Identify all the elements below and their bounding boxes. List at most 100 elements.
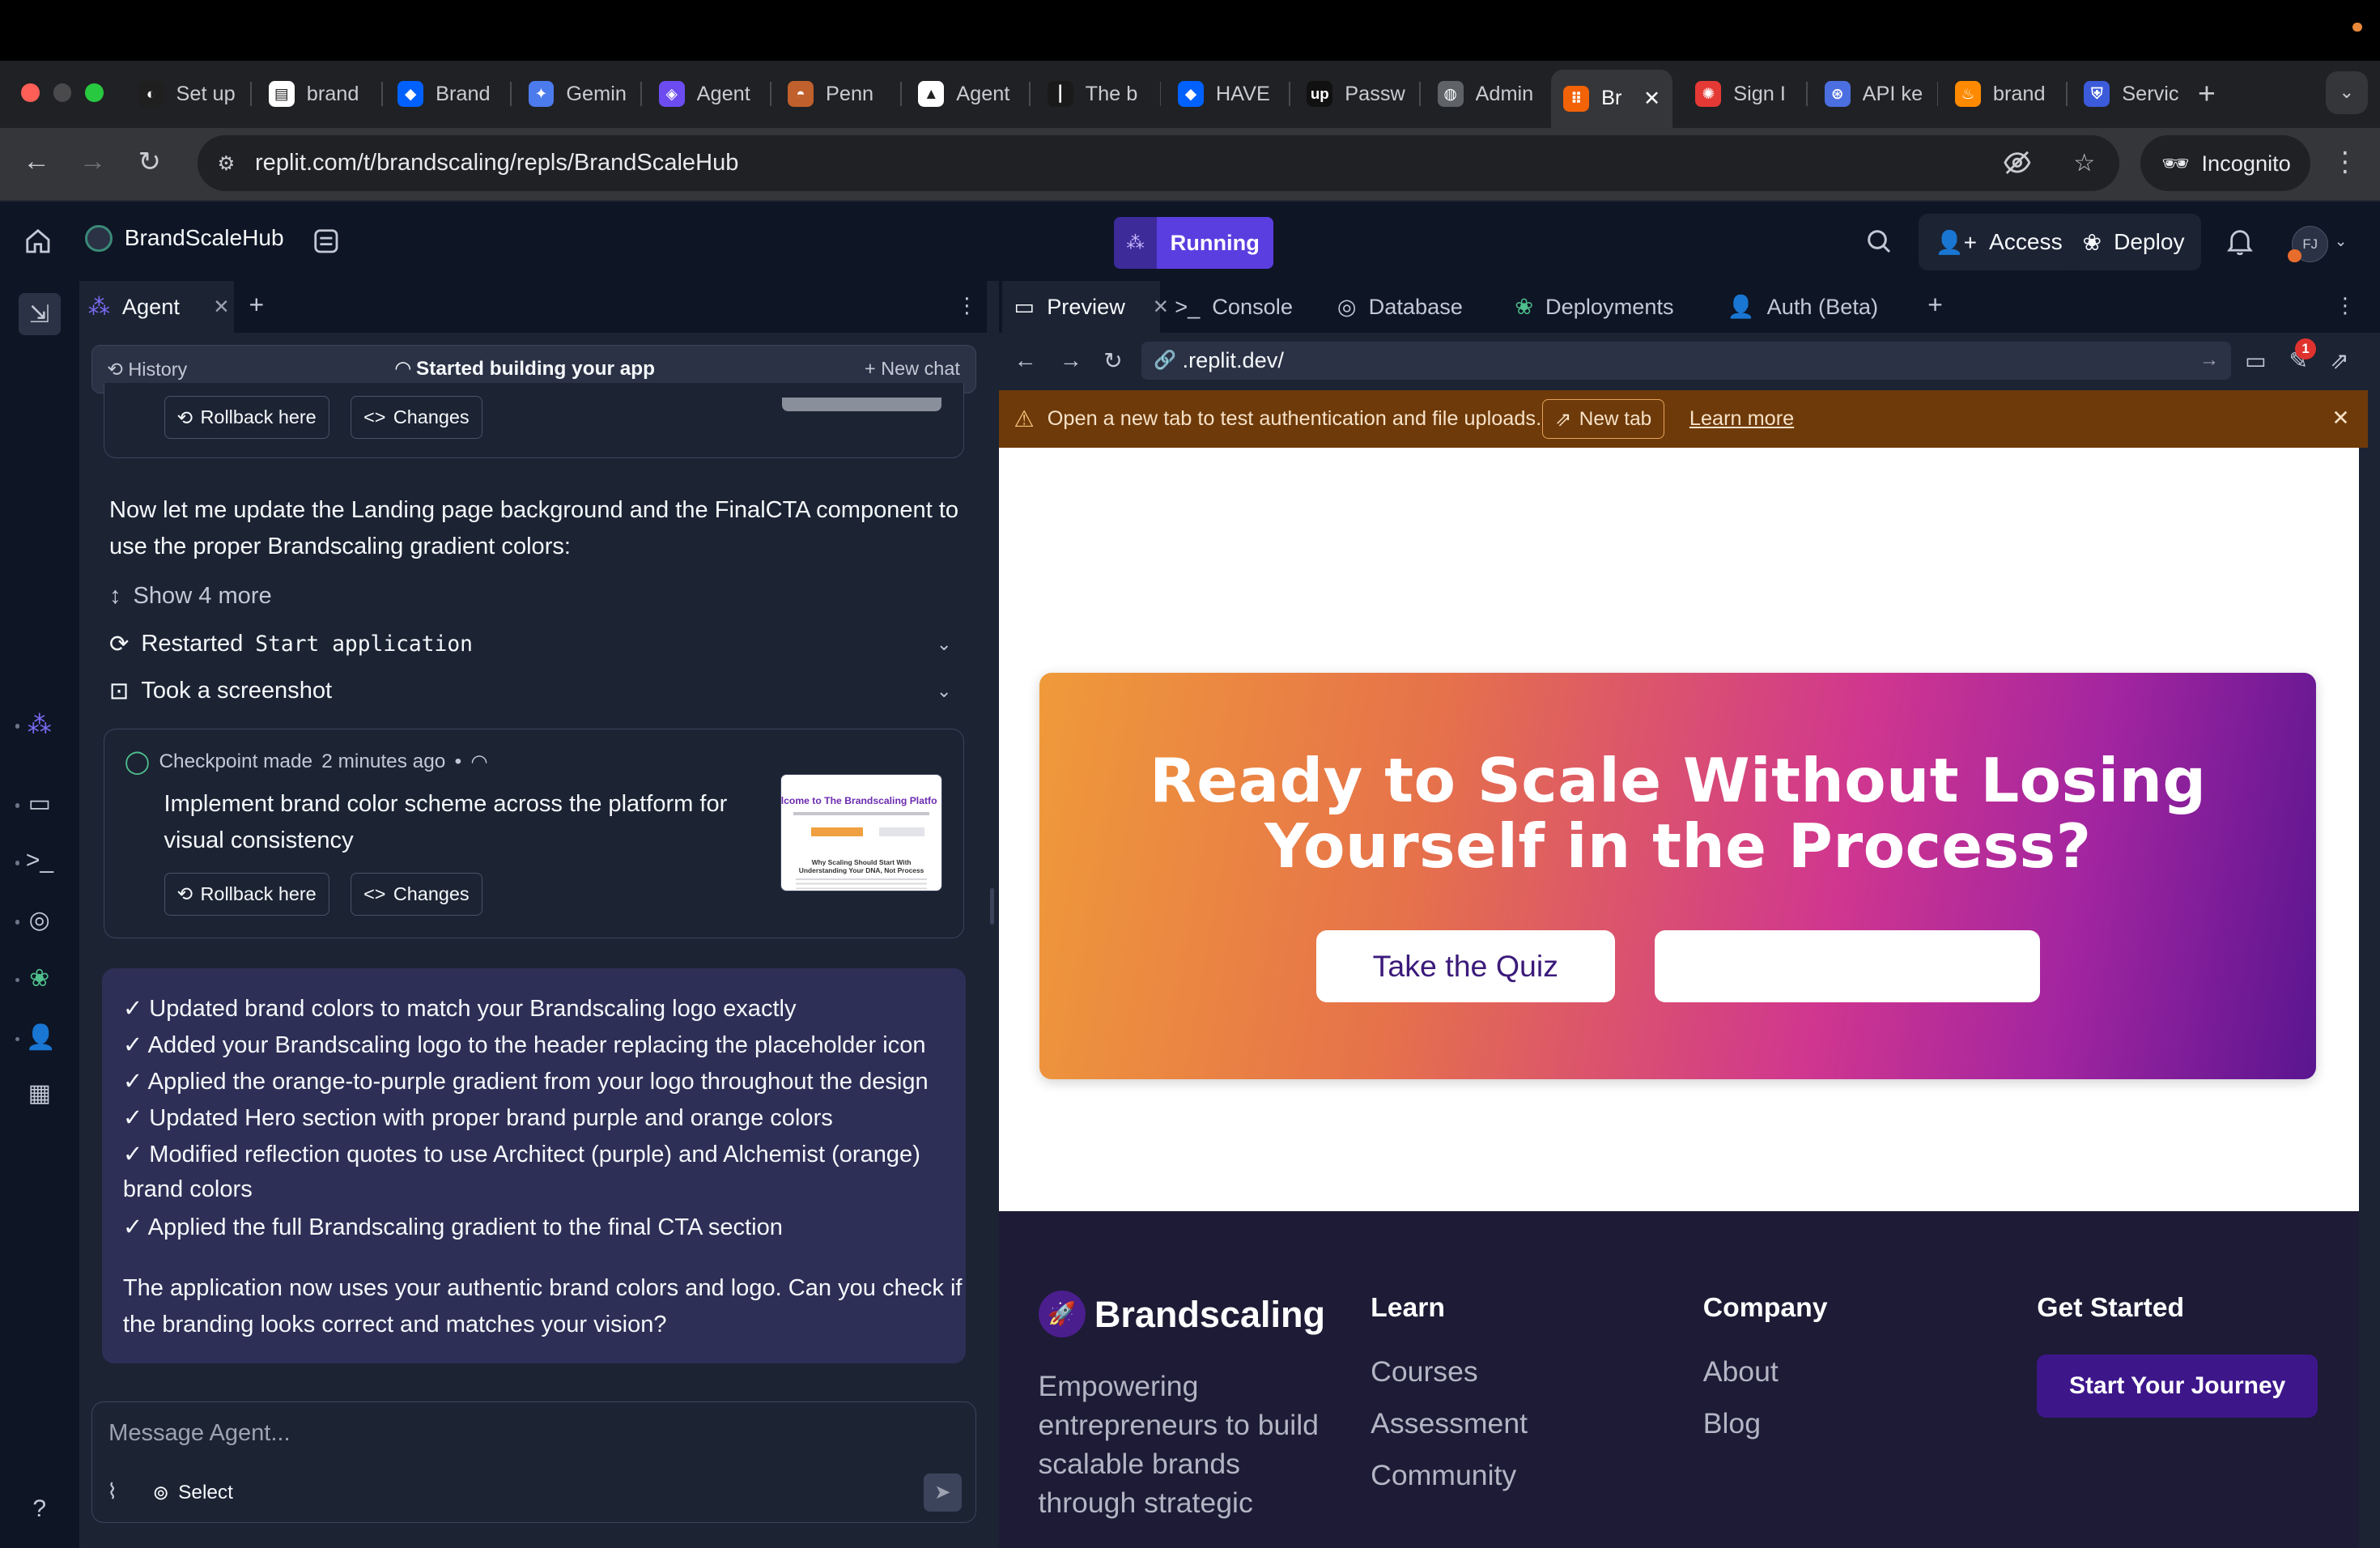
new-tab-icon[interactable]: + bbox=[2198, 76, 2216, 111]
external-link-icon[interactable]: ⇗ bbox=[2330, 347, 2349, 374]
monitor-rail-icon[interactable]: ▭ bbox=[26, 789, 53, 818]
close-icon[interactable]: ✕ bbox=[2332, 406, 2350, 431]
tab-preview[interactable]: ▭ Preview ✕ bbox=[1001, 280, 1169, 333]
deployments-rail-icon[interactable]: ❀ bbox=[26, 964, 53, 993]
access-button[interactable]: 👤+ Access bbox=[1919, 214, 2080, 270]
tab-auth[interactable]: 👤 Auth (Beta) bbox=[1715, 281, 1890, 333]
apps-grid-icon[interactable]: ▦ bbox=[26, 1079, 53, 1108]
tab-search-icon[interactable]: ⌄ bbox=[2325, 71, 2368, 114]
tab-agent[interactable]: ⁂ Agent ✕ bbox=[79, 280, 234, 333]
search-icon[interactable] bbox=[1865, 228, 1893, 262]
project-title[interactable]: BrandScaleHub bbox=[85, 224, 284, 253]
browser-tab[interactable]: ⛨ Servic bbox=[2072, 71, 2196, 117]
add-tab-icon[interactable]: + bbox=[249, 290, 265, 320]
browser-tab[interactable]: ✦ Gemin bbox=[516, 71, 641, 117]
browser-tab[interactable]: ♨ brand bbox=[1943, 71, 2068, 117]
more-options-icon[interactable]: ⋮ bbox=[956, 293, 977, 318]
auth-rail-icon[interactable]: 👤 bbox=[26, 1023, 56, 1052]
minimize-window-button[interactable] bbox=[53, 83, 72, 102]
forward-arrow-icon[interactable]: → bbox=[79, 146, 107, 177]
take-quiz-button[interactable]: Take the Quiz bbox=[1315, 930, 1615, 1002]
browser-tab[interactable]: ⎮ The b bbox=[1035, 71, 1160, 117]
more-options-icon[interactable]: ⋮ bbox=[2335, 293, 2356, 318]
send-icon[interactable]: ➤ bbox=[923, 1473, 962, 1512]
preview-scrollbar[interactable] bbox=[2368, 389, 2380, 1548]
back-arrow-icon[interactable]: ← bbox=[1014, 347, 1037, 373]
browser-tab[interactable]: ▤ brand bbox=[257, 71, 381, 117]
browser-tab[interactable]: ◍ Admin bbox=[1426, 71, 1550, 117]
restarted-row[interactable]: ⟳ Restarted Start application ⌄ bbox=[109, 630, 959, 658]
changes-button[interactable]: <> Changes bbox=[351, 873, 482, 916]
terminal-rail-icon[interactable]: >_ bbox=[26, 847, 53, 874]
incognito-badge[interactable]: 🕶 Incognito bbox=[2140, 134, 2310, 192]
browser-tab[interactable]: ✺ Sign I bbox=[1683, 71, 1808, 117]
tab-database[interactable]: ◎ Database bbox=[1325, 281, 1475, 333]
help-icon[interactable]: ? bbox=[26, 1495, 53, 1523]
bell-icon[interactable] bbox=[2226, 228, 2253, 262]
forward-arrow-icon[interactable]: → bbox=[1060, 347, 1082, 373]
rollback-button[interactable]: ⟲ Rollback here bbox=[164, 396, 329, 439]
chrome-menu-icon[interactable]: ⋮ bbox=[2331, 146, 2359, 178]
browser-tab[interactable]: ⊛ API ke bbox=[1813, 71, 1937, 117]
device-icon[interactable]: ▭ bbox=[2245, 347, 2267, 374]
database-rail-icon[interactable]: ◎ bbox=[26, 906, 53, 934]
browser-tab[interactable]: ⠿ Br ✕ bbox=[1551, 70, 1673, 128]
secondary-cta-button[interactable] bbox=[1654, 930, 2040, 1002]
browser-tab[interactable]: ◐ Set up bbox=[126, 71, 251, 117]
eye-off-icon[interactable] bbox=[2004, 149, 2031, 183]
footer-link[interactable]: Community bbox=[1371, 1459, 1516, 1492]
rail-indicator bbox=[15, 861, 20, 865]
project-info-icon[interactable] bbox=[312, 228, 340, 262]
file-tree-icon[interactable]: ⇲ bbox=[18, 292, 61, 336]
footer-link[interactable]: Blog bbox=[1703, 1407, 1761, 1440]
footer-link[interactable]: Courses bbox=[1371, 1355, 1478, 1389]
browser-tab[interactable]: ▲ Agent bbox=[906, 71, 1031, 117]
close-window-button[interactable] bbox=[21, 83, 40, 102]
go-arrow-icon[interactable]: → bbox=[2199, 349, 2219, 372]
preview-url-field[interactable]: 🔗 .replit.dev/ → bbox=[1141, 341, 2232, 380]
checkpoint-thumbnail[interactable] bbox=[781, 398, 941, 412]
footer-link[interactable]: About bbox=[1703, 1355, 1779, 1389]
home-icon[interactable] bbox=[24, 228, 52, 262]
new-tab-button[interactable]: ⇗ New tab bbox=[1542, 399, 1665, 439]
reload-icon[interactable]: ↻ bbox=[1103, 347, 1123, 374]
checkpoint-thumbnail[interactable]: lcome to The Brandscaling Platfo Why Sca… bbox=[780, 774, 943, 891]
chevron-down-icon[interactable]: ⌄ bbox=[937, 681, 952, 702]
back-arrow-icon[interactable]: ← bbox=[23, 146, 50, 177]
panel-resize-handle[interactable] bbox=[989, 887, 995, 925]
browser-tab[interactable]: up Passw bbox=[1294, 71, 1419, 117]
tab-console[interactable]: >_ Console bbox=[1162, 281, 1305, 333]
footer-link[interactable]: Assessment bbox=[1371, 1407, 1528, 1440]
bookmark-star-icon[interactable]: ☆ bbox=[2073, 149, 2095, 177]
close-icon[interactable]: ✕ bbox=[1643, 87, 1660, 111]
close-icon[interactable]: ✕ bbox=[213, 295, 229, 319]
learn-more-link[interactable]: Learn more bbox=[1689, 407, 1794, 431]
browser-tab[interactable]: ◆ HAVE bbox=[1166, 71, 1290, 117]
run-status-button[interactable]: ⁂ Running bbox=[1114, 217, 1273, 269]
cta-heading-line: Yourself in the Process? bbox=[1264, 810, 2092, 882]
tab-deployments[interactable]: ❀ Deployments bbox=[1502, 281, 1685, 333]
chevron-down-icon[interactable]: ⌄ bbox=[937, 634, 952, 655]
chevron-down-icon[interactable]: ⌄ bbox=[2335, 232, 2348, 250]
paperclip-icon[interactable]: ⌇ bbox=[107, 1479, 117, 1504]
show-more-button[interactable]: ↕ Show 4 more bbox=[109, 583, 959, 610]
changes-button[interactable]: <> Changes bbox=[351, 396, 482, 439]
fullscreen-window-button[interactable] bbox=[85, 83, 104, 102]
address-bar[interactable]: ⚙ replit.com/t/brandscaling/repls/BrandS… bbox=[197, 134, 2119, 192]
browser-tab[interactable]: ◆ Brand bbox=[385, 71, 510, 117]
site-info-icon[interactable]: ⚙ bbox=[213, 150, 240, 177]
reload-icon[interactable]: ↻ bbox=[138, 146, 161, 178]
history-button[interactable]: ⟲ History bbox=[107, 358, 187, 381]
screenshot-row[interactable]: ⊡ Took a screenshot ⌄ bbox=[109, 677, 959, 705]
select-element-button[interactable]: ⊚ Select bbox=[153, 1481, 233, 1505]
browser-tab[interactable]: ◓ Penn bbox=[776, 71, 900, 117]
new-chat-button[interactable]: + New chat bbox=[865, 358, 960, 380]
rollback-button[interactable]: ⟲ Rollback here bbox=[164, 873, 329, 916]
agent-rail-icon[interactable]: ⁂ bbox=[26, 711, 53, 739]
message-input[interactable]: Message Agent... bbox=[108, 1420, 290, 1447]
start-journey-button[interactable]: Start Your Journey bbox=[2037, 1354, 2318, 1418]
browser-tab[interactable]: ◈ Agent bbox=[647, 71, 771, 117]
add-tab-icon[interactable]: + bbox=[1927, 290, 1943, 320]
project-name: BrandScaleHub bbox=[124, 225, 284, 251]
deploy-button[interactable]: ❀ Deploy bbox=[2065, 214, 2202, 270]
